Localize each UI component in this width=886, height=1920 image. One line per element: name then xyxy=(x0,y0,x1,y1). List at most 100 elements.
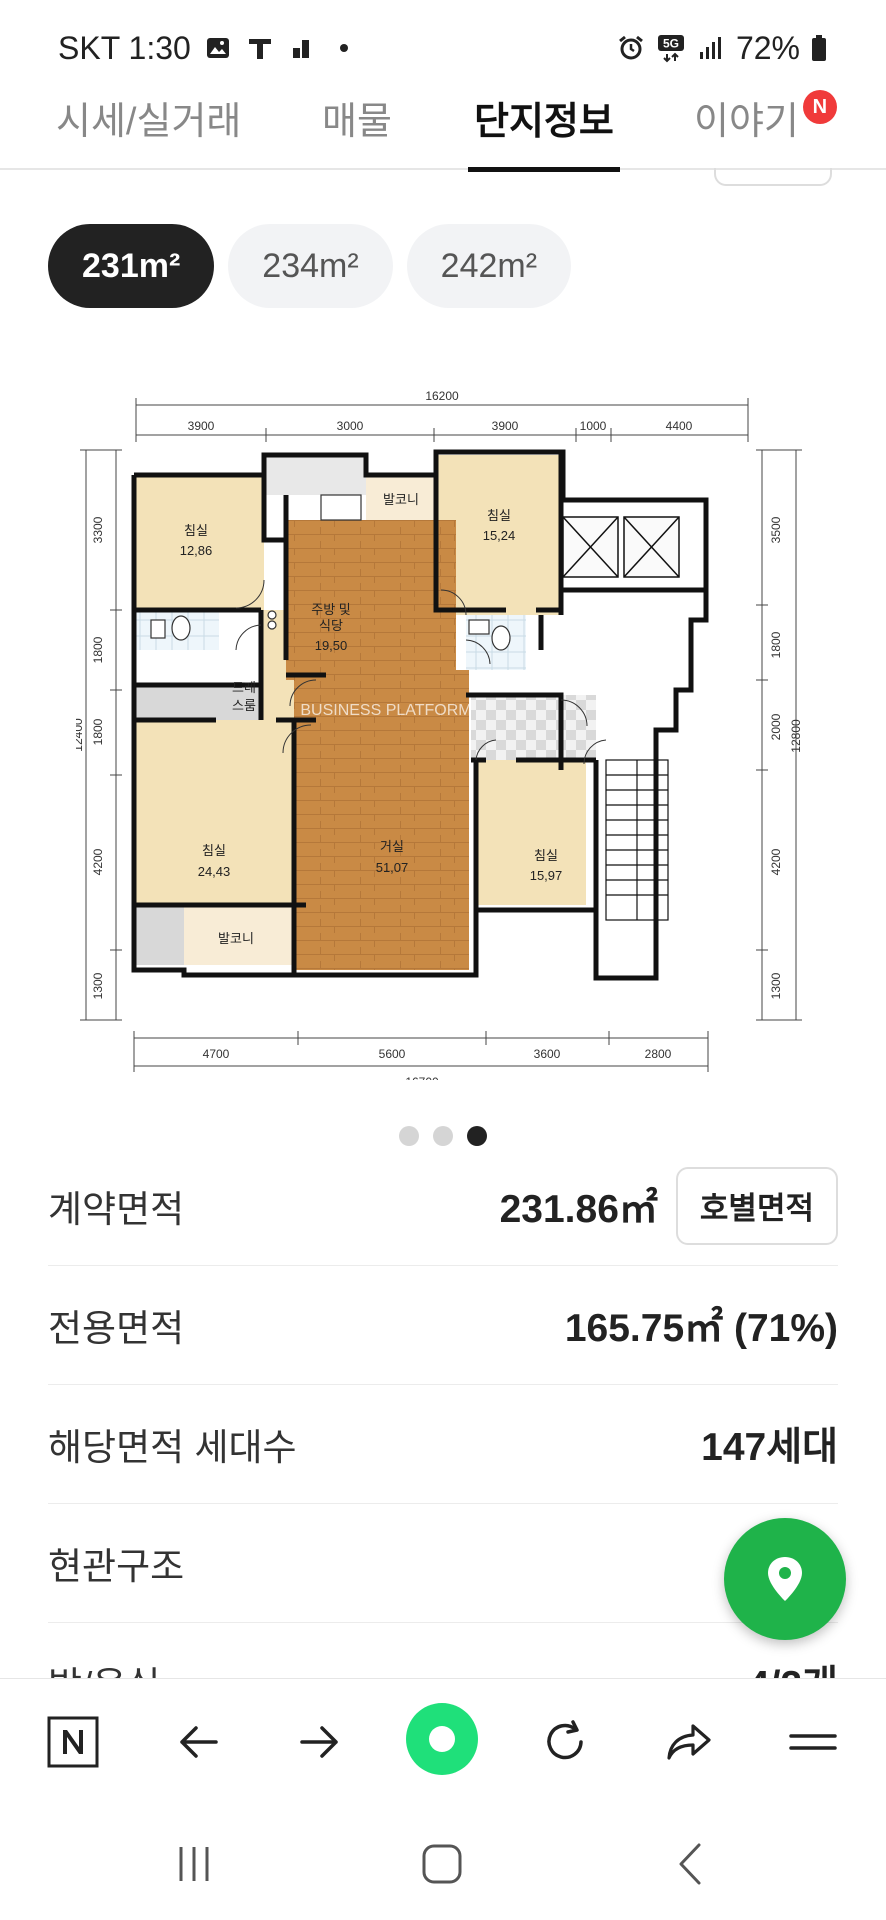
partial-button-edge xyxy=(714,168,832,186)
more-dot-icon xyxy=(329,33,359,63)
refresh-icon xyxy=(547,1720,583,1760)
chevron-left-icon xyxy=(679,1843,701,1885)
room-bed3-area: 24,43 xyxy=(198,864,231,879)
t-app-icon xyxy=(245,33,275,63)
dim-top-2: 3000 xyxy=(337,419,364,433)
room-dress-name: 드레 xyxy=(232,680,256,695)
status-bar: SKT 1:30 5G 72% xyxy=(0,0,886,96)
browser-toolbar xyxy=(0,1678,886,1802)
carousel-dot-3[interactable] xyxy=(467,1126,487,1146)
bedroom-4-area xyxy=(476,760,586,905)
room-kitchen-name: 주방 및 xyxy=(311,602,351,617)
row-contract-area: 계약면적 231.86㎡ 호별면적 xyxy=(48,1146,838,1266)
share-arrow-icon xyxy=(667,1724,711,1760)
elevator-core xyxy=(562,516,680,578)
unit-area-button[interactable]: 호별면적 xyxy=(675,1166,838,1245)
room-kitchen-name2: 식당 xyxy=(319,618,343,633)
naver-n-icon xyxy=(47,1716,99,1768)
room-bed4-area: 15,97 xyxy=(530,868,563,883)
dim-bottom-1: 4700 xyxy=(203,1047,230,1061)
system-back-button[interactable] xyxy=(662,1834,722,1894)
entrance-label: 현관구조 xyxy=(48,1546,185,1587)
dim-bottom-3: 3600 xyxy=(534,1047,561,1061)
back-button[interactable] xyxy=(163,1707,233,1777)
room-balcony-bottom-name: 발코니 xyxy=(218,931,254,946)
network-5g-icon: 5G xyxy=(656,33,686,63)
area-chip-231[interactable]: 231m² xyxy=(48,224,215,308)
svg-text:5G: 5G xyxy=(663,37,679,51)
carousel-dot-2[interactable] xyxy=(433,1126,453,1146)
dim-right-5: 1300 xyxy=(769,972,783,999)
area-info-list: 계약면적 231.86㎡ 호별면적 전용면적 165.75㎡ (71%) 해당면… xyxy=(48,1146,838,1742)
map-location-button[interactable] xyxy=(724,1518,846,1640)
battery-percent: 72% xyxy=(735,29,800,66)
system-navigation-bar xyxy=(0,1802,886,1920)
refresh-button[interactable] xyxy=(530,1707,600,1777)
area-chip-242[interactable]: 242m² xyxy=(406,224,572,308)
share-button[interactable] xyxy=(654,1707,724,1777)
tab-price[interactable]: 시세/실거래 xyxy=(56,96,241,170)
dim-left-total: 12400 xyxy=(76,718,85,752)
dim-top-4: 1000 xyxy=(580,419,607,433)
room-balcony-top-name: 발코니 xyxy=(383,492,419,507)
row-entrance: 현관구조 xyxy=(48,1504,838,1623)
arrow-left-icon xyxy=(180,1726,218,1758)
recent-apps-icon xyxy=(179,1847,209,1881)
dim-right-total: 12800 xyxy=(789,719,803,753)
alarm-icon xyxy=(616,33,646,63)
home-button[interactable] xyxy=(412,1834,472,1894)
utility-area xyxy=(471,695,596,760)
tab-price-label: 시세/실거래 xyxy=(56,101,242,143)
carousel-dot-1[interactable] xyxy=(399,1126,419,1146)
signal-icon xyxy=(696,33,726,63)
dim-left-2: 1800 xyxy=(91,636,105,663)
tab-complex-info[interactable]: 단지정보 xyxy=(468,96,620,172)
carrier-time: SKT 1:30 xyxy=(58,29,191,66)
floor-plan-image[interactable]: 16200 3900 3000 3900 1000 4400 4700 5600… xyxy=(76,380,816,1080)
room-bed3-name: 침실 xyxy=(202,843,226,858)
area-chips: 231m² 234m² 242m² xyxy=(48,224,572,308)
dimension-lines-top xyxy=(135,398,749,442)
households-value: 147세대 xyxy=(701,1426,838,1469)
recent-apps-button[interactable] xyxy=(164,1834,224,1894)
tab-stories-label: 이야기 xyxy=(694,101,799,143)
green-dot-icon xyxy=(406,1703,478,1775)
room-bed1-area: 12,86 xyxy=(180,543,213,558)
home-square-icon xyxy=(422,1844,462,1884)
tab-listings-label: 매물 xyxy=(322,101,392,143)
menu-button[interactable] xyxy=(778,1707,848,1777)
dim-top-1: 3900 xyxy=(188,419,215,433)
dim-left-4: 4200 xyxy=(91,848,105,875)
stairs xyxy=(605,759,669,921)
contract-area-value: 231.86㎡ xyxy=(499,1187,658,1231)
dim-bottom-4: 2800 xyxy=(645,1047,672,1061)
room-bed2-area: 15,24 xyxy=(483,528,516,543)
dim-left-3: 1800 xyxy=(91,718,105,745)
gallery-icon xyxy=(203,33,233,63)
dim-top-3: 3900 xyxy=(492,419,519,433)
tab-bar: 시세/실거래 매물 단지정보 이야기 N xyxy=(0,90,886,172)
arrow-right-icon xyxy=(300,1726,338,1758)
room-living-area: 51,07 xyxy=(376,860,409,875)
kitchen-area xyxy=(286,520,456,680)
exclusive-area-value: 165.75㎡ (71%) xyxy=(564,1307,838,1350)
forward-button[interactable] xyxy=(285,1707,355,1777)
room-bed4-name: 침실 xyxy=(534,848,558,863)
room-dress-name2: 스룸 xyxy=(232,698,256,713)
tab-complex-info-label: 단지정보 xyxy=(474,101,614,143)
green-dot-button[interactable] xyxy=(404,1701,480,1777)
naver-home-button[interactable] xyxy=(38,1707,108,1777)
area-chip-234[interactable]: 234m² xyxy=(228,224,393,308)
households-label: 해당면적 세대수 xyxy=(48,1427,297,1468)
dim-right-1: 3500 xyxy=(769,516,783,543)
exclusive-area-label: 전용면적 xyxy=(48,1308,185,1349)
hamburger-menu-icon xyxy=(789,1734,837,1750)
room-bed1-name: 침실 xyxy=(184,523,208,538)
tab-stories[interactable]: 이야기 N xyxy=(694,90,837,170)
row-households: 해당면적 세대수 147세대 xyxy=(48,1385,838,1504)
dim-right-4: 4200 xyxy=(769,848,783,875)
dim-bottom-total: 16700 xyxy=(405,1075,439,1080)
tab-listings[interactable]: 매물 xyxy=(322,96,392,170)
room-bed2-name: 침실 xyxy=(487,508,511,523)
dim-right-3: 2000 xyxy=(769,713,783,740)
